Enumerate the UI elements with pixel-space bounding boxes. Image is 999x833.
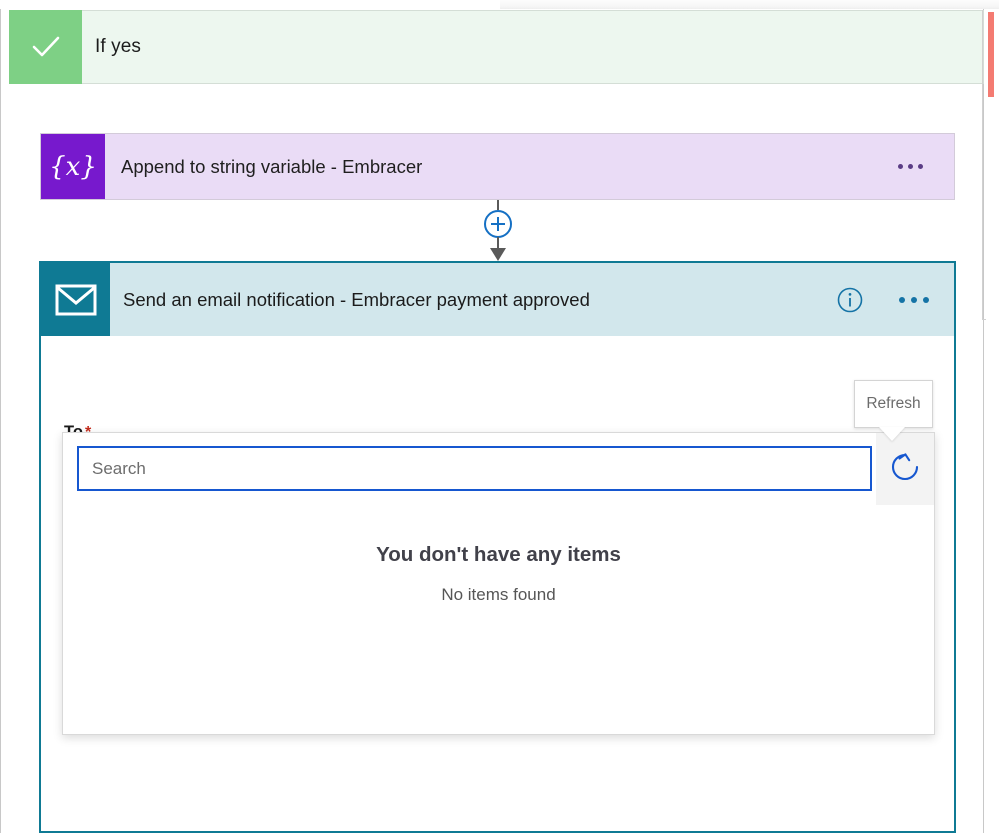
action-card-append-variable-title: Append to string variable - Embracer [121,155,423,177]
branch-if-yes-label: If yes [95,36,142,57]
flow-connector [470,200,526,262]
variable-braces-icon: {x} [41,134,105,199]
ellipsis-dot [899,296,905,303]
dropdown-empty-title: You don't have any items [376,543,621,566]
flow-designer-canvas: If yes {x} Append to string variable - E… [0,0,999,833]
checkmark-icon [9,10,82,84]
send-email-menu-button[interactable] [899,263,929,336]
refresh-tooltip: Refresh [854,380,933,428]
send-email-header[interactable]: Send an email notification - Embracer pa… [41,263,954,336]
info-circle-icon[interactable] [837,287,863,313]
send-email-title: Send an email notification - Embracer pa… [123,288,590,310]
ellipsis-dot [908,164,913,169]
dropdown-search-row: Search [63,433,934,513]
ellipsis-dot [923,296,929,303]
dropdown-empty-subtitle: No items found [441,585,556,604]
vertical-scrollbar-thumb[interactable] [988,12,994,97]
ellipsis-dot [918,164,923,169]
ellipsis-dot [898,164,903,169]
refresh-tooltip-arrow [879,427,905,441]
refresh-icon [887,449,923,490]
top-gutter-shade [500,0,999,9]
branch-if-yes[interactable] [9,10,984,84]
append-variable-menu-button[interactable] [898,133,923,200]
ellipsis-dot [911,296,917,303]
side-panel-edge [982,10,983,320]
refresh-button[interactable] [876,433,934,505]
to-item-picker-dropdown: Search You don't have any items No items… [62,432,935,735]
envelope-icon [41,263,110,336]
vertical-scrollbar-track[interactable] [986,9,999,833]
search-input[interactable]: Search [77,446,872,491]
